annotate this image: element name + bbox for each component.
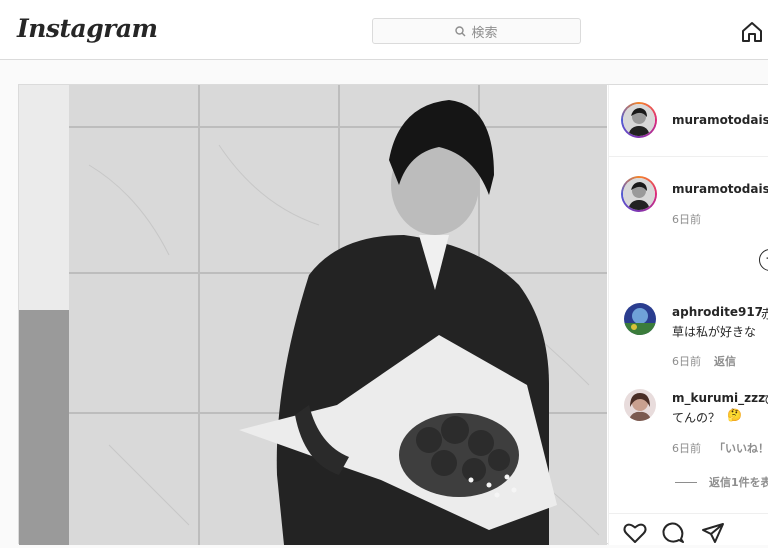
comment-username-1[interactable]: aphrodite917	[672, 305, 763, 319]
comment-text-1-line1: 赤	[761, 307, 768, 321]
comment-timestamp-1[interactable]: 6日前	[672, 353, 701, 369]
search-placeholder: 検索	[471, 25, 498, 41]
comment-timestamp-2[interactable]: 6日前	[672, 440, 701, 456]
caption-username[interactable]: muramotodaisuke	[672, 182, 768, 196]
post-sidebar: muramotodaisuke muramotodaisuke 6日前 aphr…	[608, 85, 768, 545]
comment-likes-2[interactable]: 「いいね！	[714, 440, 768, 456]
post-card: muramotodaisuke muramotodaisuke 6日前 aphr…	[18, 84, 768, 545]
heart-icon[interactable]	[623, 522, 647, 548]
home-icon[interactable]	[740, 20, 764, 48]
comment-avatar-1[interactable]	[624, 303, 656, 335]
view-replies-divider	[675, 482, 697, 483]
post-header: muramotodaisuke	[609, 85, 768, 157]
share-icon[interactable]	[701, 522, 725, 548]
thinking-emoji: 🤔	[727, 408, 742, 422]
load-more-comments-icon[interactable]	[759, 249, 768, 271]
comment-avatar-2[interactable]	[624, 389, 656, 421]
post-photo[interactable]	[19, 85, 607, 545]
view-replies-button[interactable]: 返信1件を表	[709, 474, 768, 490]
reply-button-1[interactable]: 返信	[714, 353, 736, 369]
comment-username-2[interactable]: m_kurumi_zzz	[672, 391, 765, 405]
post-photo-image	[19, 85, 607, 545]
comment-icon[interactable]	[661, 522, 685, 548]
author-avatar[interactable]	[621, 102, 657, 138]
post-actions-bar	[609, 513, 768, 546]
author-username[interactable]: muramotodaisuke	[672, 113, 768, 127]
caption-avatar[interactable]	[621, 176, 657, 212]
caption-timestamp[interactable]: 6日前	[672, 211, 701, 227]
comment-text-2-line2: てんの？	[672, 411, 721, 425]
search-icon	[455, 25, 466, 37]
comment-text-2-line1: て	[761, 393, 768, 407]
top-navigation-bar: Instagram 検索	[0, 0, 768, 60]
search-input[interactable]: 検索	[372, 18, 581, 44]
comment-text-1-line2: 草は私が好きな	[672, 325, 757, 339]
instagram-logo[interactable]: Instagram	[17, 14, 158, 43]
